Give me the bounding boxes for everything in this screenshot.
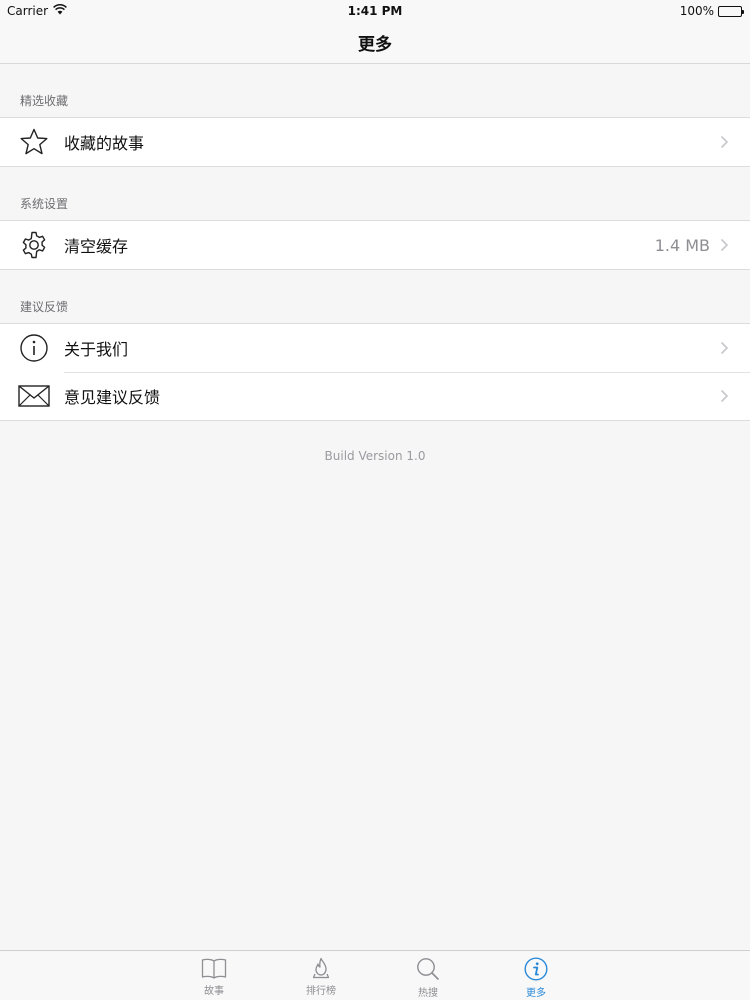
chevron-right-icon [720, 389, 750, 403]
chevron-right-icon [720, 238, 750, 252]
top-bar: Carrier 1:41 PM 100% 更多 [0, 0, 750, 64]
info-icon [0, 324, 64, 372]
book-icon [201, 957, 227, 982]
section-header-favorites: 精选收藏 [20, 94, 69, 108]
tab-bar: 故事 排行榜 热搜 更多 [0, 950, 750, 1000]
cell-clear-cache[interactable]: 清空缓存 1.4 MB [0, 221, 750, 269]
star-icon [0, 118, 64, 166]
cell-favorite-stories[interactable]: 收藏的故事 [0, 118, 750, 166]
app: Carrier 1:41 PM 100% 更多 精选收藏 收藏的故事 系统设置 … [0, 0, 750, 1000]
status-time: 1:41 PM [347, 4, 403, 18]
gear-icon [0, 221, 64, 269]
search-icon [416, 957, 440, 984]
cell-feedback[interactable]: 意见建议反馈 [0, 372, 750, 420]
tab-label: 故事 [204, 986, 224, 997]
cell-label: 清空缓存 [64, 237, 129, 256]
section-feedback: 关于我们 意见建议反馈 [0, 323, 750, 421]
settings-list: 精选收藏 收藏的故事 系统设置 清空缓存 1.4 MB 建议反馈 关于我们 意见… [0, 64, 750, 463]
section-header-system: 系统设置 [20, 197, 69, 211]
cell-label: 意见建议反馈 [64, 388, 161, 407]
status-bar: Carrier 1:41 PM 100% [0, 0, 750, 22]
tab-ranking[interactable]: 排行榜 [285, 951, 357, 1000]
flame-icon [310, 957, 332, 982]
tab-label: 热搜 [418, 988, 438, 999]
tab-stories[interactable]: 故事 [178, 951, 250, 1000]
section-header-feedback: 建议反馈 [20, 300, 69, 314]
battery-icon [718, 5, 744, 17]
tab-label: 更多 [526, 988, 546, 999]
chevron-right-icon [720, 341, 750, 355]
info-circle-icon [524, 957, 548, 984]
build-version: Build Version 1.0 [324, 449, 426, 463]
battery-percent: 100% [679, 4, 714, 18]
status-battery: 100% [679, 4, 744, 18]
section-system: 清空缓存 1.4 MB [0, 220, 750, 270]
cell-label: 关于我们 [64, 340, 129, 359]
section-favorites: 收藏的故事 [0, 117, 750, 167]
tab-more[interactable]: 更多 [500, 951, 572, 1000]
tab-label: 排行榜 [306, 986, 336, 997]
chevron-right-icon [720, 135, 750, 149]
envelope-icon [0, 372, 64, 420]
page-title: 更多 [358, 35, 392, 55]
tab-hot-search[interactable]: 热搜 [392, 951, 464, 1000]
cell-about-us[interactable]: 关于我们 [0, 324, 750, 372]
cell-label: 收藏的故事 [64, 134, 145, 153]
cache-size: 1.4 MB [654, 235, 710, 255]
